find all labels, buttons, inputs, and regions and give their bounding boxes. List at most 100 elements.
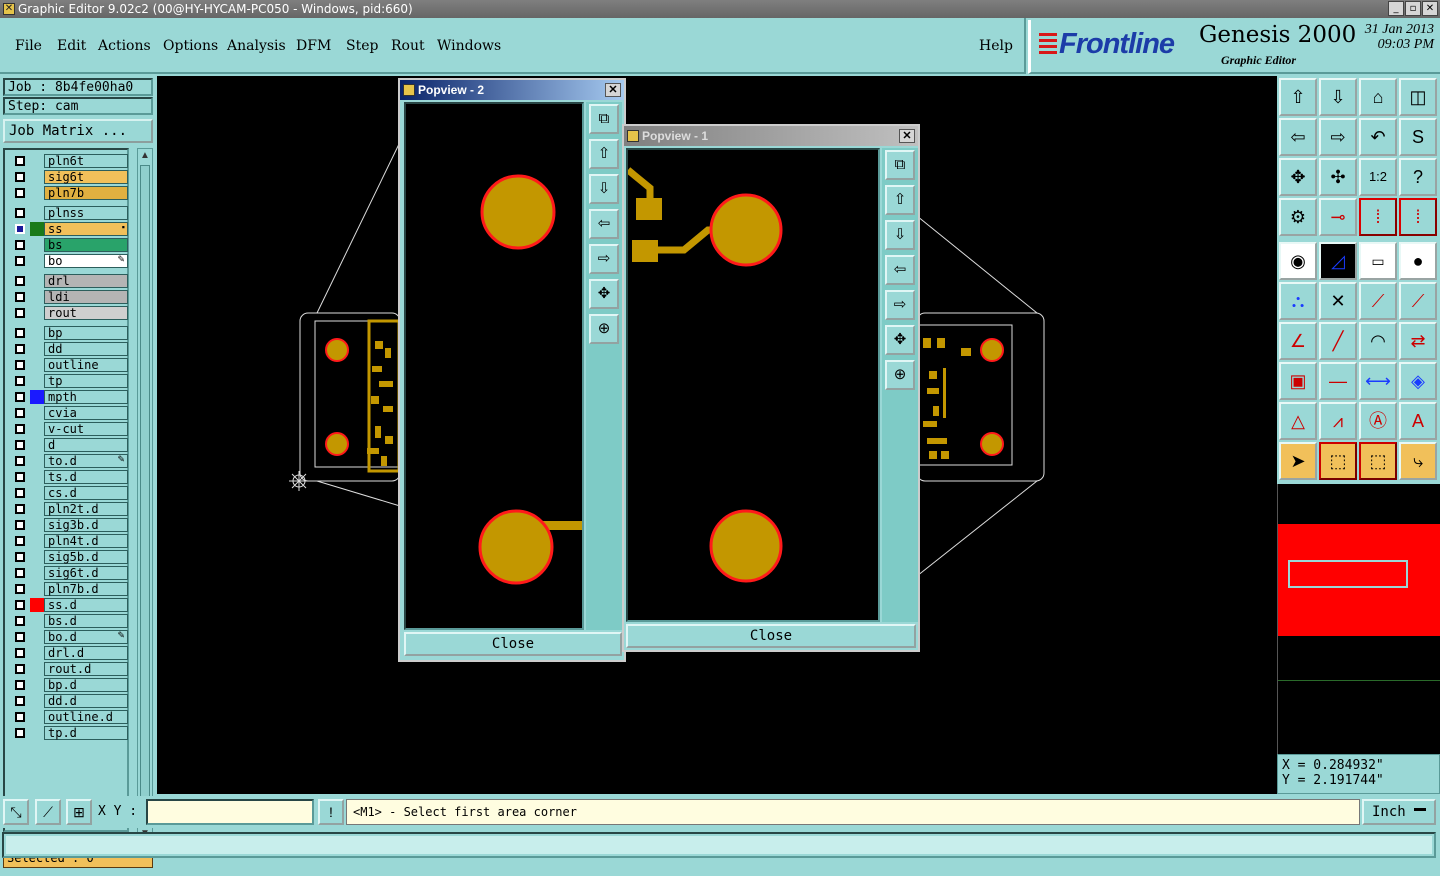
scroll-thumb[interactable] bbox=[140, 165, 150, 825]
triangle-2-icon[interactable]: ⩘ bbox=[1319, 402, 1357, 440]
layer-color-swatch[interactable] bbox=[30, 550, 44, 564]
layer-name[interactable]: rout bbox=[44, 306, 128, 320]
layer-row[interactable]: ldi bbox=[8, 290, 128, 304]
layer-checkbox[interactable] bbox=[15, 472, 25, 482]
close-window-button[interactable]: ✕ bbox=[1422, 1, 1438, 16]
layer-checkbox[interactable] bbox=[15, 616, 25, 626]
popview-fit-icon[interactable]: ✥ bbox=[885, 325, 915, 355]
layer-name[interactable]: drl.d bbox=[44, 646, 128, 660]
layer-name[interactable]: ss bbox=[44, 222, 128, 236]
window-layout-icon[interactable]: ◫ bbox=[1399, 78, 1437, 116]
layer-color-swatch[interactable] bbox=[30, 566, 44, 580]
scroll-up-icon[interactable]: ▲ bbox=[139, 150, 151, 162]
slash-icon[interactable]: ╱ bbox=[1319, 322, 1357, 360]
layer-checkbox[interactable] bbox=[15, 172, 25, 182]
layer-color-swatch[interactable] bbox=[30, 326, 44, 340]
triangle-1-icon[interactable]: △ bbox=[1279, 402, 1317, 440]
home-icon[interactable]: ⌂ bbox=[1359, 78, 1397, 116]
layer-row[interactable]: plnss bbox=[8, 206, 128, 220]
popview-home-icon[interactable]: ⊕ bbox=[885, 360, 915, 390]
snap-angle-icon[interactable]: ⟋ bbox=[35, 799, 61, 825]
undo-view-icon[interactable]: ↶ bbox=[1359, 118, 1397, 156]
layer-name[interactable]: sig6t.d bbox=[44, 566, 128, 580]
layer-row[interactable]: bs bbox=[8, 238, 128, 252]
layer-color-swatch[interactable] bbox=[30, 222, 44, 236]
redraw-icon[interactable]: S bbox=[1399, 118, 1437, 156]
layer-row[interactable]: v-cut bbox=[8, 422, 128, 436]
help-query-icon[interactable]: ? bbox=[1399, 158, 1437, 196]
layer-row[interactable]: rout.d bbox=[8, 662, 128, 676]
layer-row[interactable]: pln2t.d bbox=[8, 502, 128, 516]
layer-color-swatch[interactable] bbox=[30, 598, 44, 612]
pan-left-icon[interactable]: ⇦ bbox=[1279, 118, 1317, 156]
layer-name[interactable]: bp.d bbox=[44, 678, 128, 692]
pin-icon[interactable]: ⊸ bbox=[1319, 198, 1357, 236]
popview-2-window[interactable]: Popview - 2 ✕ ⧉ ⇧ ⇩ ⇦ ⇨ ✥ ⊕ Close bbox=[398, 78, 626, 662]
menu-dfm[interactable]: DFM bbox=[296, 38, 331, 54]
layer-color-swatch[interactable] bbox=[30, 726, 44, 740]
popview-pan-left-icon[interactable]: ⇦ bbox=[885, 255, 915, 285]
popview-1-close-icon[interactable]: ✕ bbox=[899, 129, 915, 143]
layer-row[interactable]: dd bbox=[8, 342, 128, 356]
layer-name[interactable]: dd.d bbox=[44, 694, 128, 708]
popview-zoom-icon[interactable]: ⧉ bbox=[589, 104, 619, 134]
zoom-home-icon[interactable]: ✣ bbox=[1319, 158, 1357, 196]
popview-2-close-button[interactable]: Close bbox=[404, 632, 622, 656]
menu-windows[interactable]: Windows bbox=[437, 38, 501, 54]
layer-name[interactable]: v-cut bbox=[44, 422, 128, 436]
layer-color-swatch[interactable] bbox=[30, 678, 44, 692]
layer-name[interactable]: pln2t.d bbox=[44, 502, 128, 516]
layer-row[interactable]: to.d ✎ bbox=[8, 454, 128, 468]
layer-checkbox[interactable] bbox=[15, 392, 25, 402]
layer-color-swatch[interactable] bbox=[30, 438, 44, 452]
menu-step[interactable]: Step bbox=[346, 38, 378, 54]
layer-color-swatch[interactable] bbox=[30, 342, 44, 356]
pad-move-icon[interactable]: ▣ bbox=[1279, 362, 1317, 400]
menu-options[interactable]: Options bbox=[163, 38, 218, 54]
pad-icon[interactable]: ● bbox=[1399, 242, 1437, 280]
layer-row[interactable]: ss ▪ bbox=[8, 222, 128, 236]
layer-name[interactable]: d bbox=[44, 438, 128, 452]
parallel-icon[interactable]: ⇄ bbox=[1399, 322, 1437, 360]
zoom-ratio-icon[interactable]: 1:2 bbox=[1359, 158, 1397, 196]
layer-checkbox[interactable] bbox=[15, 600, 25, 610]
layer-row[interactable]: sig5b.d bbox=[8, 550, 128, 564]
popview-pan-up-icon[interactable]: ⇧ bbox=[589, 139, 619, 169]
layer-name[interactable]: cvia bbox=[44, 406, 128, 420]
layer-color-swatch[interactable] bbox=[30, 406, 44, 420]
layer-row[interactable]: sig6t bbox=[8, 170, 128, 184]
layer-color-swatch[interactable] bbox=[30, 470, 44, 484]
layer-name[interactable]: ldi bbox=[44, 290, 128, 304]
layer-checkbox[interactable] bbox=[15, 344, 25, 354]
popview-pan-left-icon[interactable]: ⇦ bbox=[589, 209, 619, 239]
layer-checkbox[interactable] bbox=[15, 568, 25, 578]
pan-right-icon[interactable]: ⇨ bbox=[1319, 118, 1357, 156]
layer-checkbox[interactable] bbox=[15, 188, 25, 198]
select-box-icon[interactable]: ⬚ bbox=[1319, 442, 1357, 480]
snap-icon[interactable]: ✕ bbox=[1319, 282, 1357, 320]
layer-name[interactable]: bp bbox=[44, 326, 128, 340]
overview-map[interactable] bbox=[1277, 484, 1440, 754]
menu-analysis[interactable]: Analysis bbox=[227, 38, 286, 54]
layer-name[interactable]: pln6t bbox=[44, 154, 128, 168]
feature-add-icon[interactable]: ◉ bbox=[1279, 242, 1317, 280]
layer-checkbox[interactable] bbox=[15, 240, 25, 250]
layer-color-swatch[interactable] bbox=[30, 206, 44, 220]
shapes-icon[interactable]: ◈ bbox=[1399, 362, 1437, 400]
layer-row[interactable]: tp.d bbox=[8, 726, 128, 740]
layer-color-swatch[interactable] bbox=[30, 486, 44, 500]
layer-checkbox[interactable] bbox=[15, 488, 25, 498]
layer-checkbox[interactable] bbox=[15, 276, 25, 286]
layer-color-swatch[interactable] bbox=[30, 374, 44, 388]
layer-checkbox[interactable] bbox=[15, 256, 25, 266]
layer-color-swatch[interactable] bbox=[30, 710, 44, 724]
layer-row[interactable]: d bbox=[8, 438, 128, 452]
layer-color-swatch[interactable] bbox=[30, 290, 44, 304]
layer-row[interactable]: ts.d bbox=[8, 470, 128, 484]
popview-1-close-button[interactable]: Close bbox=[626, 624, 916, 648]
popview-2-close-icon[interactable]: ✕ bbox=[605, 83, 621, 97]
layer-name[interactable]: ts.d bbox=[44, 470, 128, 484]
layer-checkbox[interactable] bbox=[15, 664, 25, 674]
layer-color-swatch[interactable] bbox=[30, 306, 44, 320]
layer-name[interactable]: pln4t.d bbox=[44, 534, 128, 548]
